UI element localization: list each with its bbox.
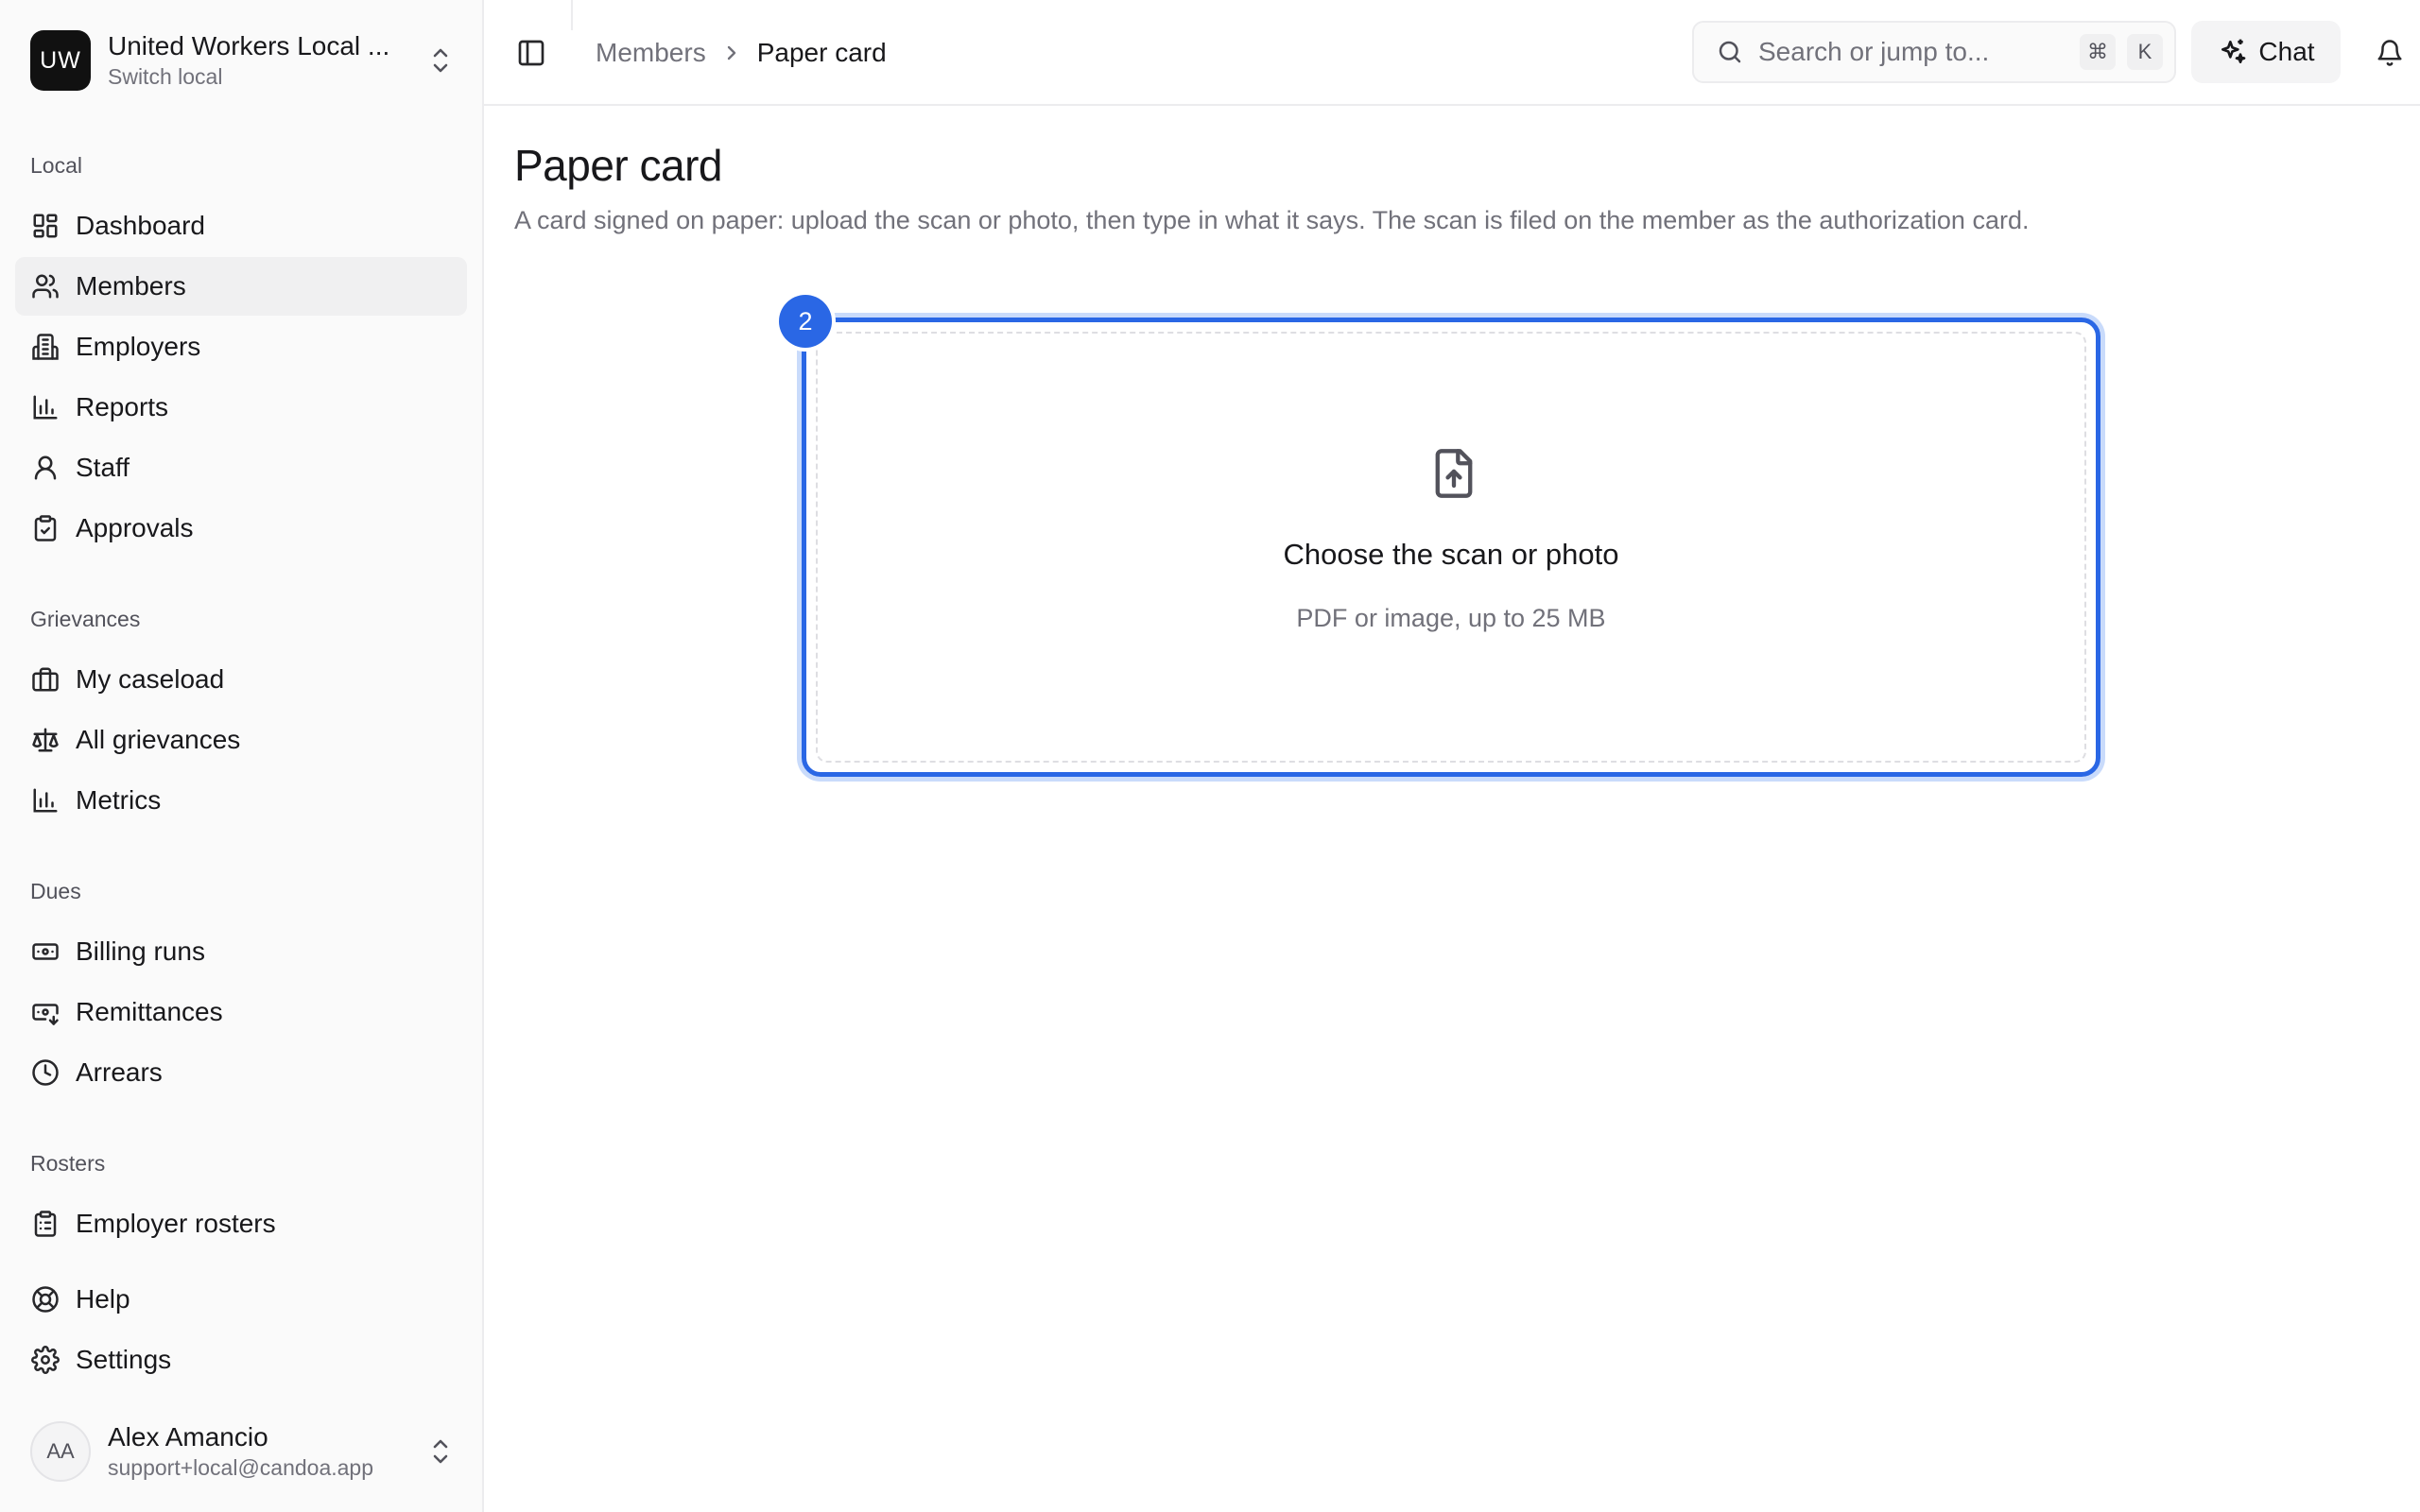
- bar-chart-icon: [30, 392, 60, 422]
- banknote-icon: [30, 936, 60, 967]
- header-divider: [571, 0, 573, 30]
- sidebar-item-label: Help: [76, 1284, 130, 1314]
- sparkles-icon: [2217, 36, 2249, 68]
- breadcrumb-members[interactable]: Members: [596, 38, 706, 68]
- sidebar-item-label: All grievances: [76, 725, 241, 754]
- sidebar: UW United Workers Local ... Switch local…: [0, 0, 484, 1512]
- chat-label: Chat: [2258, 37, 2315, 66]
- sidebar-item-dashboard[interactable]: Dashboard: [15, 197, 467, 255]
- search-icon: [1715, 37, 1745, 67]
- sidebar-item-reports[interactable]: Reports: [15, 378, 467, 437]
- sidebar-item-employers[interactable]: Employers: [15, 318, 467, 376]
- bar-chart-icon: [30, 785, 60, 816]
- sidebar-item-label: Employer rosters: [76, 1209, 276, 1238]
- bell-icon[interactable]: [2371, 34, 2409, 72]
- chevrons-up-down-icon: [427, 42, 454, 79]
- building-icon: [30, 332, 60, 362]
- sidebar-item-members[interactable]: Members: [15, 257, 467, 316]
- sidebar-item-label: Settings: [76, 1345, 172, 1374]
- avatar: AA: [30, 1421, 91, 1482]
- org-badge: UW: [30, 30, 91, 91]
- section-label-local: Local: [30, 153, 82, 178]
- clock-icon: [30, 1057, 60, 1088]
- dashboard-icon: [30, 211, 60, 241]
- sidebar-item-label: Arrears: [76, 1057, 163, 1087]
- search-placeholder: Search or jump to...: [1758, 37, 1990, 66]
- user-icon: [30, 453, 60, 483]
- banknote-arrow-icon: [30, 997, 60, 1027]
- sidebar-item-my-caseload[interactable]: My caseload: [15, 650, 467, 709]
- org-name: United Workers Local ...: [108, 31, 390, 60]
- life-buoy-icon: [30, 1284, 60, 1314]
- section-label-dues: Dues: [30, 879, 81, 903]
- sidebar-item-label: Staff: [76, 453, 130, 482]
- sidebar-item-arrears[interactable]: Arrears: [15, 1043, 467, 1102]
- sidebar-toggle-icon[interactable]: [512, 34, 550, 72]
- gear-icon: [30, 1345, 60, 1375]
- sidebar-item-label: Reports: [76, 392, 169, 421]
- step-badge: 2: [779, 295, 832, 348]
- user-email: support+local@candoa.app: [108, 1455, 374, 1480]
- clipboard-list-icon: [30, 1209, 60, 1239]
- breadcrumb-current: Paper card: [756, 38, 887, 67]
- chevron-right-icon: [723, 43, 740, 63]
- sidebar-item-label: Remittances: [76, 997, 223, 1026]
- local-switcher[interactable]: UW United Workers Local ... Switch local: [30, 28, 454, 93]
- search-input[interactable]: Search or jump to... ⌘ K: [1692, 21, 2176, 83]
- sidebar-item-approvals[interactable]: Approvals: [15, 499, 467, 558]
- top-bar: Members Paper card Search or jump to... …: [484, 0, 2420, 106]
- shortcut-key-cmd: ⌘: [2080, 34, 2116, 70]
- sidebar-item-help[interactable]: Help: [15, 1270, 467, 1329]
- user-menu[interactable]: AA Alex Amancio support+local@candoa.app: [30, 1419, 454, 1484]
- sidebar-item-settings[interactable]: Settings: [15, 1331, 467, 1389]
- sidebar-item-employer-rosters[interactable]: Employer rosters: [15, 1194, 467, 1253]
- page-description: A card signed on paper: upload the scan …: [514, 206, 2030, 234]
- app-window: UW United Workers Local ... Switch local…: [0, 0, 2420, 1512]
- sidebar-item-label: Employers: [76, 332, 201, 361]
- page-title: Paper card: [514, 141, 723, 190]
- chat-button[interactable]: Chat: [2191, 21, 2341, 83]
- sidebar-item-all-grievances[interactable]: All grievances: [15, 711, 467, 769]
- dropzone-subtitle: PDF or image, up to 25 MB: [1296, 604, 1606, 632]
- sidebar-item-label: Approvals: [76, 513, 194, 542]
- sidebar-item-label: Dashboard: [76, 211, 205, 240]
- dropzone-title: Choose the scan or photo: [1283, 538, 1619, 571]
- shortcut-key-k: K: [2127, 34, 2163, 70]
- users-icon: [30, 271, 60, 301]
- sidebar-item-metrics[interactable]: Metrics: [15, 771, 467, 830]
- upload-dropzone[interactable]: Choose the scan or photo PDF or image, u…: [802, 318, 2100, 777]
- sidebar-item-staff[interactable]: Staff: [15, 438, 467, 497]
- chevrons-up-down-icon: [427, 1433, 454, 1470]
- sidebar-item-label: Members: [76, 271, 186, 301]
- clipboard-check-icon: [30, 513, 60, 543]
- sidebar-item-label: Billing runs: [76, 936, 205, 966]
- user-name: Alex Amancio: [108, 1422, 268, 1452]
- sidebar-item-remittances[interactable]: Remittances: [15, 983, 467, 1041]
- section-label-rosters: Rosters: [30, 1151, 106, 1176]
- sidebar-item-label: Metrics: [76, 785, 162, 815]
- sidebar-item-label: My caseload: [76, 664, 225, 694]
- briefcase-icon: [30, 664, 60, 695]
- file-upload-icon: [1429, 447, 1478, 500]
- sidebar-item-billing-runs[interactable]: Billing runs: [15, 922, 467, 981]
- breadcrumb: Members Paper card: [596, 34, 887, 72]
- scale-icon: [30, 725, 60, 755]
- switch-local-label: Switch local: [108, 64, 223, 89]
- section-label-grievances: Grievances: [30, 607, 141, 631]
